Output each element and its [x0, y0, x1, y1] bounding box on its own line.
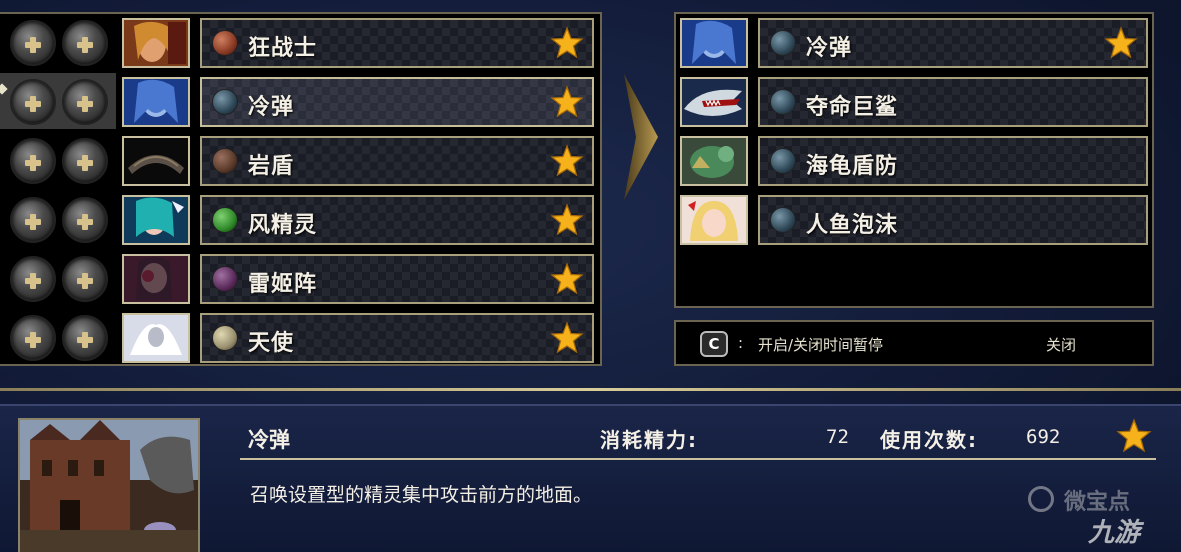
site-watermark: 九游: [1088, 518, 1141, 548]
dpad-button-icon[interactable]: [62, 256, 108, 302]
skill-row[interactable]: 岩盾: [0, 132, 600, 188]
star-icon: [550, 26, 584, 59]
wind-spirit-portrait: [122, 195, 190, 245]
element-orb-icon: [212, 30, 238, 56]
skill-description: 召唤设置型的精灵集中攻击前方的地面。: [250, 484, 593, 506]
skill-row[interactable]: 狂战士: [0, 14, 600, 70]
variant-name: 海龟盾防: [806, 154, 899, 179]
dpad-button-icon[interactable]: [62, 20, 108, 66]
time-pause-state[interactable]: 关闭: [1046, 334, 1076, 355]
dpad-button-icon[interactable]: [10, 315, 56, 361]
star-icon: [550, 262, 584, 295]
element-orb-icon: [212, 148, 238, 174]
skill-name-box[interactable]: 雷姬阵: [200, 254, 594, 304]
shark-portrait: [680, 77, 748, 127]
element-orb-icon: [770, 30, 796, 56]
variant-name-box[interactable]: 冷弹: [758, 18, 1148, 68]
dpad-button-icon[interactable]: [10, 79, 56, 125]
skill-row[interactable]: 雷姬阵: [0, 250, 600, 306]
dpad-button-icon[interactable]: [62, 315, 108, 361]
variant-name-box[interactable]: 海龟盾防: [758, 136, 1148, 186]
element-orb-icon: [212, 266, 238, 292]
skill-name: 岩盾: [248, 154, 295, 179]
dpad-button-icon[interactable]: [62, 79, 108, 125]
hint-colon: :: [738, 334, 744, 352]
cold-bullet-portrait: [122, 77, 190, 127]
dpad-button-icon[interactable]: [10, 138, 56, 184]
dpad-button-icon[interactable]: [10, 256, 56, 302]
use-count-value: 692: [1026, 426, 1061, 448]
element-orb-icon: [212, 207, 238, 233]
dpad-button-icon[interactable]: [62, 197, 108, 243]
skill-name: 雷姬阵: [248, 272, 318, 297]
skill-row[interactable]: 天使: [0, 309, 600, 365]
variant-name-box[interactable]: 人鱼泡沫: [758, 195, 1148, 245]
star-icon: [550, 203, 584, 236]
dpad-button-icon[interactable]: [62, 138, 108, 184]
skill-preview-image: [18, 418, 200, 552]
mermaid-portrait: [680, 195, 748, 245]
skill-row-selected[interactable]: 冷弹: [0, 73, 600, 129]
stamina-cost-label: 消耗精力:: [600, 428, 698, 452]
angel-portrait: [122, 313, 190, 363]
star-icon: [1116, 418, 1152, 453]
stamina-cost-value: 72: [826, 426, 849, 448]
skill-name-box[interactable]: 狂战士: [200, 18, 594, 68]
variant-name: 夺命巨鲨: [806, 95, 899, 120]
button-slots: [0, 14, 116, 70]
watermark-logo-icon: [1028, 486, 1054, 512]
skill-name: 风精灵: [248, 213, 318, 238]
skill-name: 天使: [248, 331, 295, 356]
skill-detail-panel: 冷弹 消耗精力: 72 使用次数: 692 召唤设置型的精灵集中攻击前方的地面。…: [0, 404, 1181, 552]
use-count-label: 使用次数:: [880, 428, 978, 452]
variant-row[interactable]: 海龟盾防: [676, 132, 1152, 188]
element-orb-icon: [770, 207, 796, 233]
detail-underline: [240, 458, 1156, 460]
equipped-skill-panel: 狂战士 冷弹 岩盾 风精灵 雷姬阵 天使: [0, 12, 602, 366]
variant-row[interactable]: 人鱼泡沫: [676, 191, 1152, 247]
hint-text: 开启/关闭时间暂停: [758, 336, 884, 354]
button-slots: [0, 132, 116, 188]
skill-name-box[interactable]: 岩盾: [200, 136, 594, 186]
skill-row[interactable]: 风精灵: [0, 191, 600, 247]
section-divider: [0, 388, 1181, 391]
dpad-button-icon[interactable]: [10, 20, 56, 66]
variant-row[interactable]: 夺命巨鲨: [676, 73, 1152, 129]
element-orb-icon: [770, 148, 796, 174]
star-icon: [550, 321, 584, 354]
turtle-portrait: [680, 136, 748, 186]
variant-row[interactable]: 冷弹: [676, 14, 1152, 70]
dpad-button-icon[interactable]: [10, 197, 56, 243]
button-slots: [0, 191, 116, 247]
arrow-right-icon: [624, 74, 658, 200]
time-pause-hint: C : 开启/关闭时间暂停 关闭: [674, 320, 1154, 366]
selection-cursor-icon: [0, 83, 8, 95]
element-orb-icon: [212, 325, 238, 351]
button-slots: [0, 250, 116, 306]
variant-name: 冷弹: [806, 36, 853, 61]
skill-name-box[interactable]: 冷弹: [200, 77, 594, 127]
skill-name-box[interactable]: 风精灵: [200, 195, 594, 245]
star-icon: [1104, 26, 1138, 59]
element-orb-icon: [212, 89, 238, 115]
star-icon: [550, 85, 584, 118]
thunder-princess-portrait: [122, 254, 190, 304]
button-slots: [0, 309, 116, 365]
detail-skill-name: 冷弹: [248, 428, 290, 452]
skill-name: 冷弹: [248, 95, 295, 120]
variant-name: 人鱼泡沫: [806, 213, 899, 238]
skill-variant-panel: 冷弹 夺命巨鲨 海龟盾防 人鱼泡沫: [674, 12, 1154, 308]
rock-shield-portrait: [122, 136, 190, 186]
skill-name: 狂战士: [248, 36, 318, 61]
c-key-button[interactable]: C: [700, 331, 728, 357]
element-orb-icon: [770, 89, 796, 115]
button-slots: [0, 73, 116, 129]
star-icon: [550, 144, 584, 177]
cold-bullet-portrait: [680, 18, 748, 68]
berserker-portrait: [122, 18, 190, 68]
variant-name-box[interactable]: 夺命巨鲨: [758, 77, 1148, 127]
skill-name-box[interactable]: 天使: [200, 313, 594, 363]
